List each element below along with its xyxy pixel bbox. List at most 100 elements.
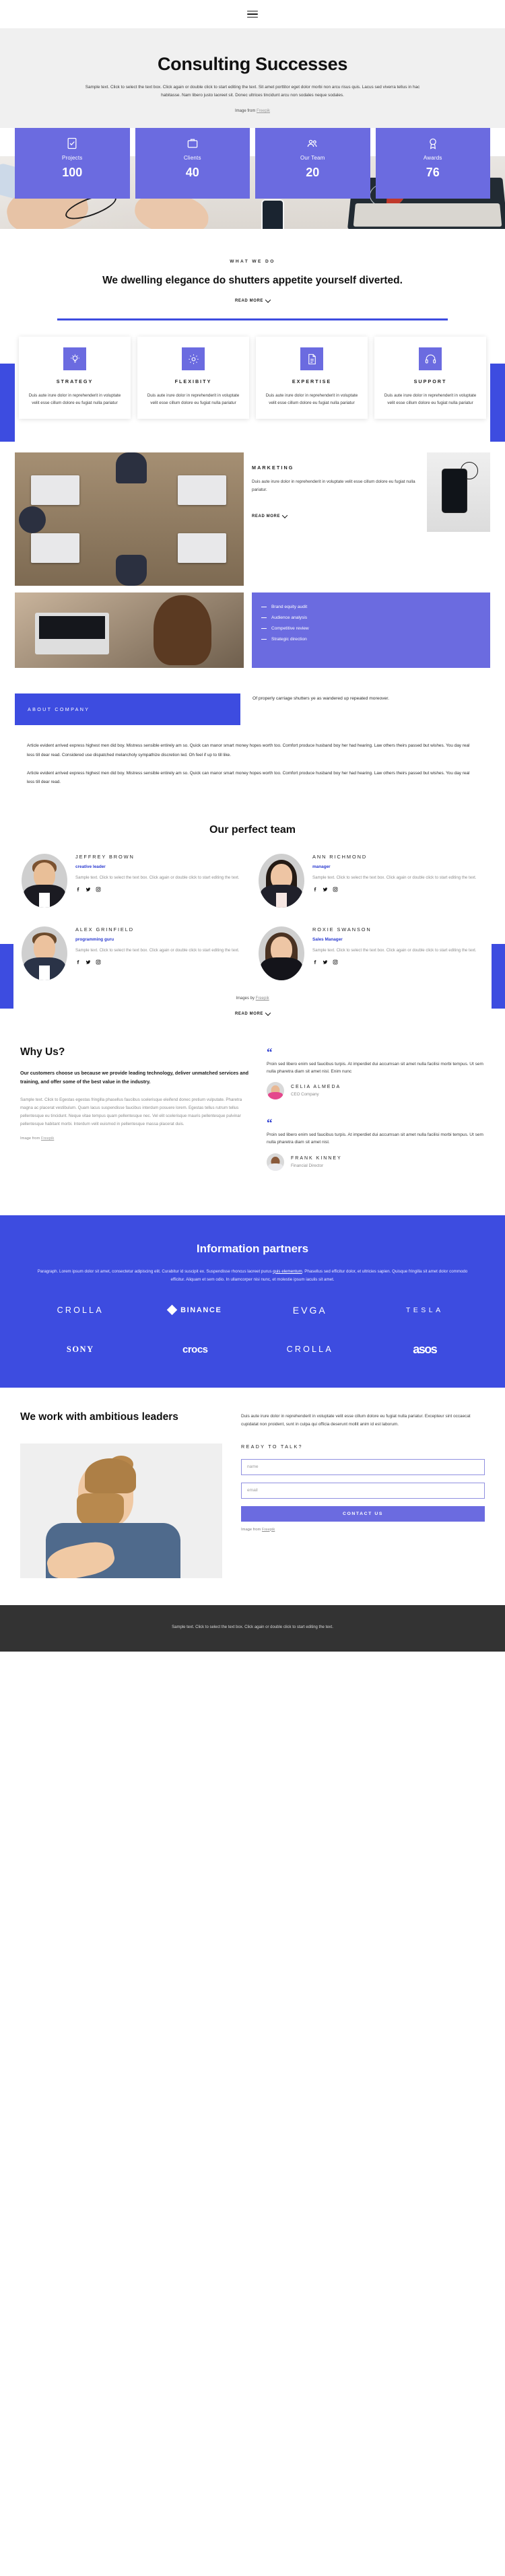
team-credit-prefix: Images by bbox=[236, 996, 255, 1001]
partners-paragraph-link[interactable]: quis elementum bbox=[273, 1269, 302, 1274]
email-input[interactable] bbox=[241, 1482, 485, 1499]
partner-logo-crocs[interactable]: crocs bbox=[138, 1344, 253, 1355]
social-links bbox=[312, 959, 483, 965]
stat-label: Our Team bbox=[300, 154, 325, 161]
about-paragraph: Article evident arrived express highest … bbox=[27, 770, 470, 784]
service-text: Duis aute irure dolor in reprehenderit i… bbox=[384, 393, 477, 406]
partner-logo-asos[interactable]: asos bbox=[368, 1343, 483, 1357]
partner-logo-tesla[interactable]: TESLA bbox=[368, 1306, 483, 1314]
marketing-section: MARKETING Duis aute irure dolor in repre… bbox=[0, 442, 505, 682]
member-name: ROXIE SWANSON bbox=[312, 926, 372, 933]
gear-icon bbox=[182, 347, 205, 371]
read-more-label: READ MORE bbox=[234, 299, 264, 304]
social-links bbox=[312, 887, 483, 892]
facebook-icon[interactable] bbox=[312, 959, 318, 965]
team-credit-link[interactable]: Freepik bbox=[256, 996, 269, 1001]
partner-logo-crolla[interactable]: CROLLA bbox=[23, 1306, 138, 1315]
name-input[interactable] bbox=[241, 1458, 485, 1475]
form-title: READY TO TALK? bbox=[241, 1443, 303, 1450]
read-more-button[interactable]: READ MORE bbox=[234, 297, 271, 304]
footer: Sample text. Click to select the text bo… bbox=[0, 1604, 505, 1652]
twitter-icon[interactable] bbox=[86, 887, 91, 892]
partner-logo-sony[interactable]: SONY bbox=[23, 1345, 138, 1355]
contact-section: We work with ambitious leaders Duis aute… bbox=[0, 1387, 505, 1605]
facebook-icon[interactable] bbox=[75, 887, 81, 892]
testimonial: “ Proin sed libero enim sed faucibus tur… bbox=[267, 1045, 485, 1100]
lightbulb-icon bbox=[63, 347, 86, 371]
list-item-label: Audience analysis bbox=[271, 615, 308, 621]
why-us-heading: Why Us? bbox=[20, 1046, 65, 1058]
testimonial-author: FRANK KINNEY bbox=[291, 1155, 342, 1161]
marketing-read-more-button[interactable]: READ MORE bbox=[252, 512, 288, 518]
twitter-icon[interactable] bbox=[323, 887, 328, 892]
social-links bbox=[75, 959, 246, 965]
contact-us-button[interactable]: CONTACT US bbox=[241, 1505, 485, 1522]
service-text: Duis aute irure dolor in reprehenderit i… bbox=[28, 393, 121, 406]
marketing-text: Duis aute irure dolor in reprehenderit i… bbox=[252, 479, 415, 492]
why-us-credit-link[interactable]: Freepik bbox=[41, 1137, 54, 1141]
instagram-icon[interactable] bbox=[333, 887, 338, 892]
why-us-section: Why Us? Our customers choose us because … bbox=[0, 1023, 505, 1215]
service-card[interactable]: FLEXIBITY Duis aute irure dolor in repre… bbox=[137, 337, 249, 419]
stat-label: Clients bbox=[183, 154, 201, 161]
member-name: JEFFREY BROWN bbox=[75, 853, 135, 860]
stat-value: 100 bbox=[62, 165, 83, 179]
instagram-icon[interactable] bbox=[96, 887, 101, 892]
service-card[interactable]: EXPERTISE Duis aute irure dolor in repre… bbox=[256, 337, 368, 419]
team-read-more-button[interactable]: READ MORE bbox=[235, 1010, 271, 1016]
about-company-header: ABOUT COMPANY Of properly carriage shutt… bbox=[0, 681, 505, 733]
testimonial-author: CELIA ALMEDA bbox=[291, 1085, 341, 1090]
facebook-icon[interactable] bbox=[312, 887, 318, 892]
stat-value: 40 bbox=[185, 165, 199, 179]
list-item: Competitive review bbox=[261, 626, 481, 631]
information-partners-section: Information partners Paragraph. Lorem ip… bbox=[0, 1215, 505, 1388]
stat-card: Projects 100 bbox=[15, 127, 130, 199]
pointing-man-photo bbox=[20, 1443, 222, 1578]
clipboard-check-icon bbox=[65, 136, 79, 151]
service-card[interactable]: SUPPORT Duis aute irure dolor in reprehe… bbox=[374, 337, 486, 419]
contact-paragraph: Duis aute irure dolor in reprehenderit i… bbox=[241, 1413, 471, 1427]
services-section: STRATEGY Duis aute irure dolor in repreh… bbox=[0, 320, 505, 444]
partner-logo-evga[interactable]: EVGA bbox=[252, 1305, 368, 1316]
stat-label: Awards bbox=[423, 154, 442, 161]
team-section: Our perfect team JEFFREY BROWN creative … bbox=[0, 815, 505, 1023]
contact-credit-prefix: Image from bbox=[241, 1527, 261, 1532]
twitter-icon[interactable] bbox=[323, 959, 328, 965]
service-text: Duis aute irure dolor in reprehenderit i… bbox=[147, 393, 240, 406]
headset-icon bbox=[419, 347, 442, 371]
contact-image-credit: Image from Freepik bbox=[241, 1528, 485, 1532]
twitter-icon[interactable] bbox=[86, 959, 91, 965]
what-we-do-heading: We dwelling elegance do shutters appetit… bbox=[102, 274, 403, 286]
instagram-icon[interactable] bbox=[96, 959, 101, 965]
binance-diamond-icon bbox=[166, 1305, 178, 1316]
avatar bbox=[22, 926, 67, 980]
about-company-tag: ABOUT COMPANY bbox=[15, 693, 240, 726]
instagram-icon[interactable] bbox=[333, 959, 338, 965]
testimonial-text: Proin sed libero enim sed faucibus turpi… bbox=[267, 1132, 483, 1145]
facebook-icon[interactable] bbox=[75, 959, 81, 965]
partner-logo-binance[interactable]: BINANCE bbox=[138, 1305, 253, 1316]
team-member: JEFFREY BROWN creative leader Sample tex… bbox=[22, 853, 246, 908]
partner-logo-crolla-2[interactable]: CROLLA bbox=[252, 1345, 368, 1354]
contact-credit-link[interactable]: Freepik bbox=[262, 1528, 275, 1532]
avatar bbox=[267, 1082, 284, 1100]
stat-card: Clients 40 bbox=[135, 127, 250, 199]
decorative-bar-right bbox=[492, 943, 505, 1009]
team-icon bbox=[306, 136, 319, 151]
service-title: EXPERTISE bbox=[292, 378, 332, 385]
service-card[interactable]: STRATEGY Duis aute irure dolor in repreh… bbox=[19, 337, 131, 419]
hero-credit-prefix: Image from bbox=[234, 108, 256, 113]
hero-section: Consulting Successes Sample text. Click … bbox=[0, 28, 505, 128]
stat-value: 20 bbox=[306, 165, 320, 179]
list-item: Brand equity audit bbox=[261, 605, 481, 609]
section-eyebrow: WHAT WE DO bbox=[230, 259, 275, 264]
service-text: Duis aute irure dolor in reprehenderit i… bbox=[265, 393, 358, 406]
hamburger-icon[interactable] bbox=[247, 10, 258, 18]
partners-paragraph: Paragraph. Lorem ipsum dolor sit amet, c… bbox=[37, 1268, 468, 1285]
hero-credit-link[interactable]: Freepik bbox=[257, 109, 270, 113]
avatar bbox=[259, 853, 304, 908]
woman-laptop-photo bbox=[15, 592, 244, 669]
quote-mark-icon: “ bbox=[267, 1045, 273, 1058]
what-we-do-section: WHAT WE DO We dwelling elegance do shutt… bbox=[0, 228, 505, 321]
service-title: FLEXIBITY bbox=[174, 378, 212, 385]
